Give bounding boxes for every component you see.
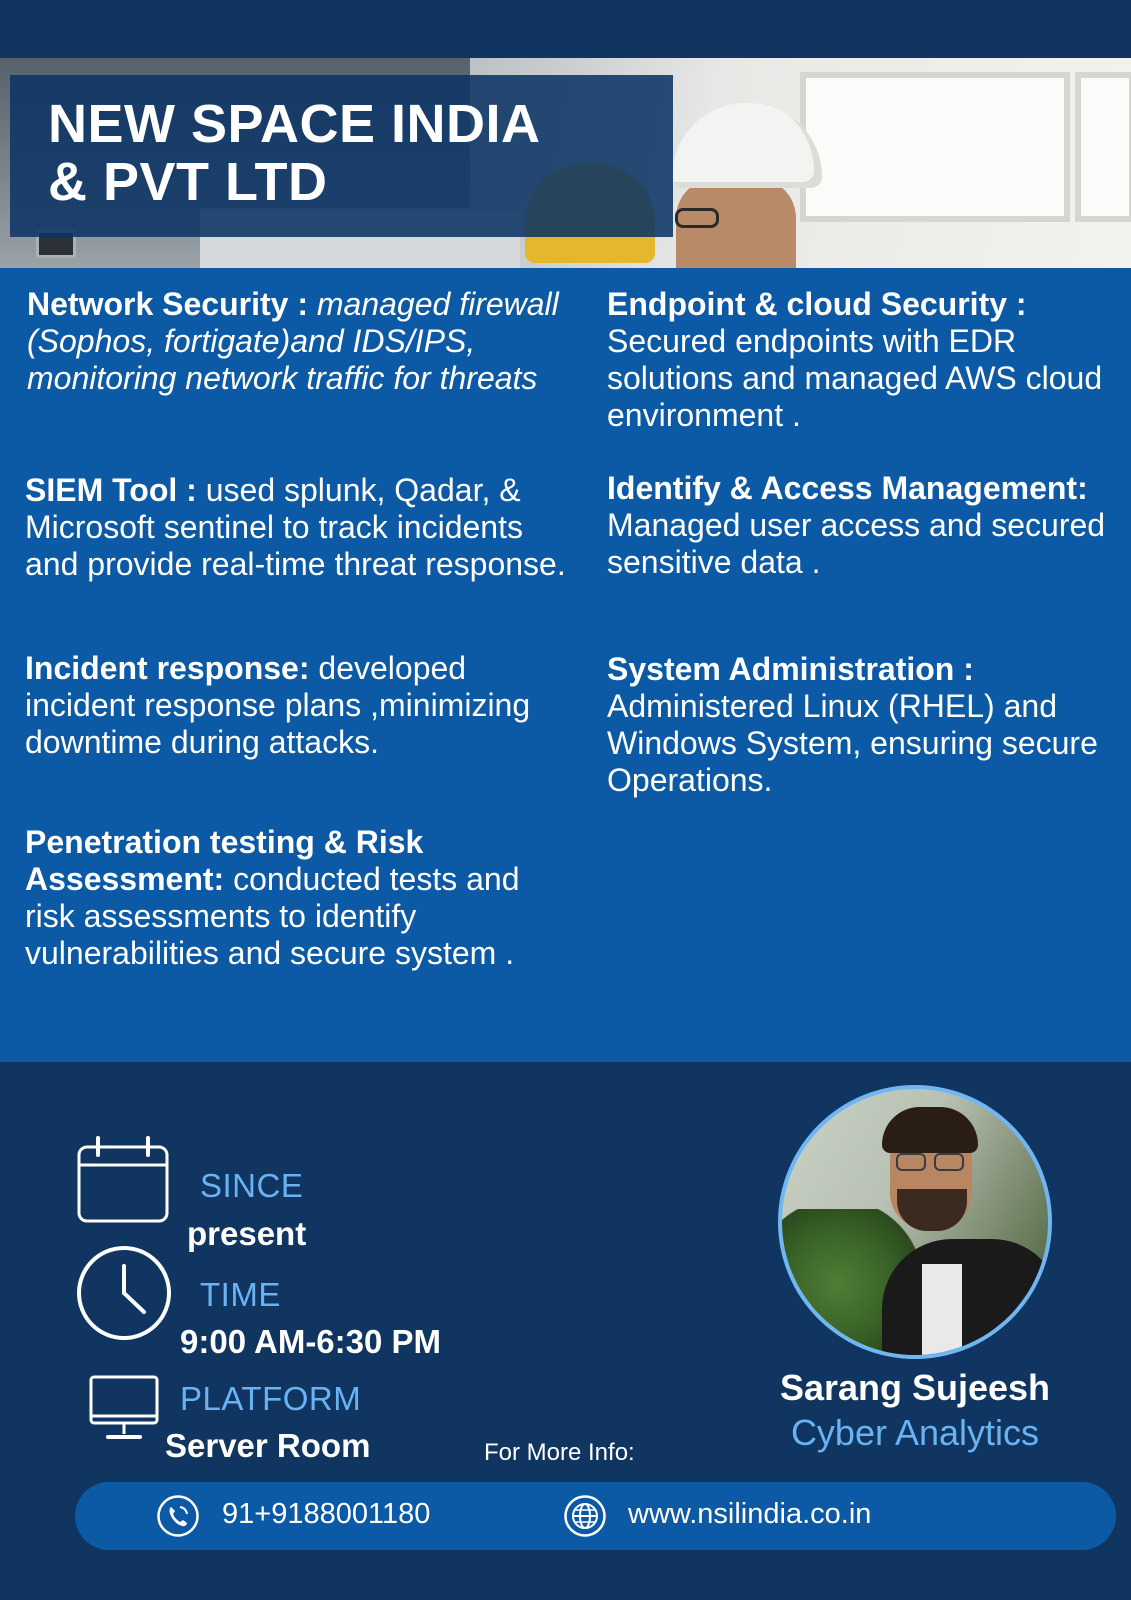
monitor-icon (89, 1375, 159, 1439)
phone-icon (157, 1495, 199, 1537)
skill-system-administration: System Administration : Administered Lin… (607, 651, 1127, 799)
hero-worker-glasses (675, 208, 719, 228)
company-title: NEW SPACE INDIA & PVT LTD (48, 95, 673, 211)
profile-role: Cyber Analytics (790, 1412, 1040, 1453)
skill-network-security: Network Security : managed firewall (Sop… (27, 286, 587, 397)
skill-heading: Endpoint & cloud Security : (607, 286, 1027, 322)
top-strip (0, 0, 1131, 58)
website-link[interactable]: www.nsilindia.co.in (628, 1498, 871, 1531)
skill-heading: Network Security : (27, 286, 317, 322)
profile-name: Sarang Sujeesh (779, 1367, 1051, 1408)
avatar (778, 1085, 1052, 1359)
avatar-jacket (882, 1239, 1048, 1355)
clock-icon (77, 1246, 171, 1340)
avatar-glasses-right (934, 1153, 964, 1171)
more-info-label: For More Info: (484, 1439, 635, 1466)
skill-endpoint-cloud: Endpoint & cloud Security : Secured endp… (607, 286, 1127, 434)
time-label: TIME (200, 1276, 281, 1313)
skill-penetration-testing: Penetration testing & Risk Assessment: c… (25, 824, 565, 972)
platform-label: PLATFORM (180, 1380, 362, 1417)
company-title-line1: NEW SPACE INDIA (48, 94, 541, 154)
skill-heading: Incident response: (25, 650, 319, 686)
avatar-glasses-left (896, 1153, 926, 1171)
globe-icon (564, 1495, 606, 1537)
title-banner: NEW SPACE INDIA & PVT LTD (10, 75, 673, 237)
time-value: 9:00 AM-6:30 PM (180, 1323, 442, 1360)
company-title-line2: & PVT LTD (48, 152, 328, 212)
platform-value: Server Room (165, 1427, 371, 1464)
avatar-shirt (922, 1264, 962, 1355)
hero-window (800, 72, 1070, 222)
since-value: present (187, 1215, 307, 1252)
skill-heading: SIEM Tool : (25, 472, 206, 508)
skill-incident-response: Incident response: developed incident re… (25, 650, 585, 761)
skill-body: Administered Linux (RHEL) and Windows Sy… (607, 688, 1098, 798)
skill-heading: Identify & Access Management: (607, 470, 1088, 506)
avatar-photo (782, 1089, 1048, 1355)
skill-body: Secured endpoints with EDR solutions and… (607, 323, 1103, 433)
skill-identity-access: Identify & Access Management: Managed us… (607, 470, 1127, 581)
skill-siem-tool: SIEM Tool : used splunk, Qadar, & Micros… (25, 472, 585, 583)
skill-heading: System Administration : (607, 651, 974, 687)
hero-window (1075, 72, 1131, 222)
since-label: SINCE (200, 1167, 304, 1204)
avatar-hair (882, 1107, 978, 1153)
skill-body: Managed user access and secured sensitiv… (607, 507, 1106, 580)
phone-number[interactable]: 91+9188001180 (222, 1498, 430, 1531)
calendar-icon (77, 1136, 169, 1223)
